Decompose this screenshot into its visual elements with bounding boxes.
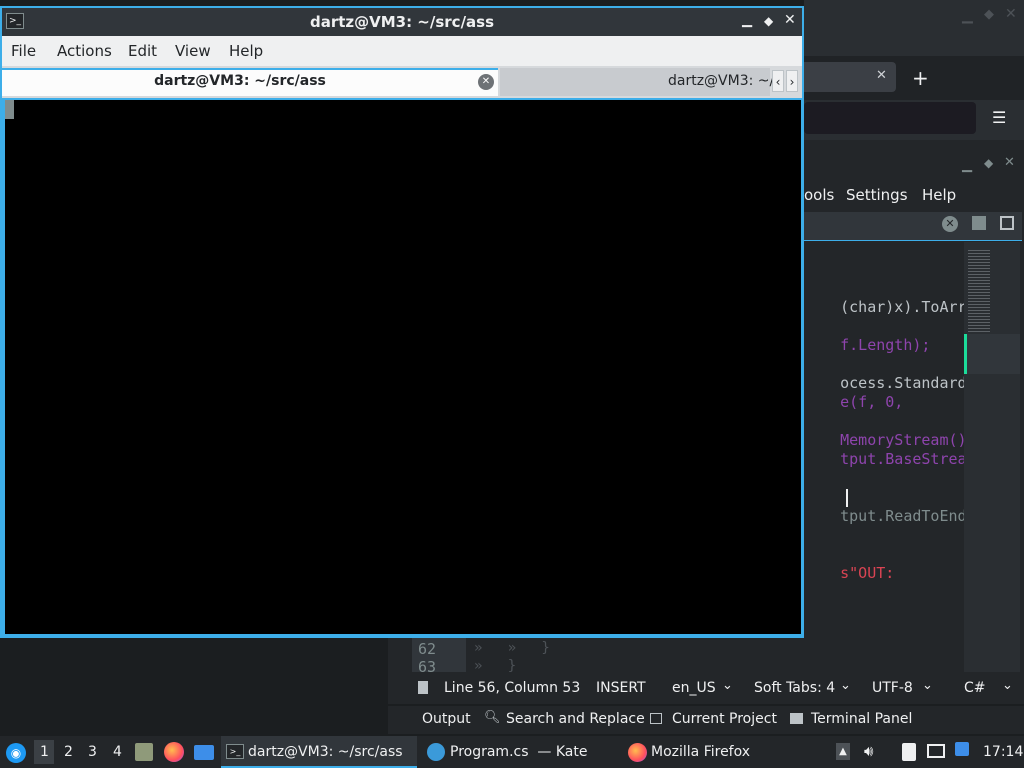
minimap-viewport[interactable] bbox=[964, 334, 1020, 374]
firefox-tab[interactable]: ✕ bbox=[804, 62, 896, 92]
maximize-icon[interactable]: ◆ bbox=[764, 14, 773, 28]
task-label: Program.cs — Kate bbox=[450, 744, 588, 760]
chevron-down-icon: ⌄ bbox=[840, 678, 851, 693]
menu-file[interactable]: File bbox=[11, 42, 36, 60]
input-mode[interactable]: INSERT bbox=[596, 680, 646, 696]
panel-search-replace[interactable]: Search and Replace bbox=[506, 711, 645, 727]
document-icon bbox=[418, 681, 428, 694]
kate-tabbar: ✕ bbox=[804, 212, 1022, 241]
update-icon[interactable] bbox=[955, 742, 969, 756]
code-line: » } bbox=[474, 658, 517, 672]
line-number: 63 bbox=[418, 658, 437, 672]
minimap[interactable] bbox=[964, 242, 1020, 672]
columns-icon[interactable] bbox=[1000, 216, 1014, 230]
volume-icon[interactable]: 🔊︎ bbox=[864, 742, 873, 760]
task-kate[interactable]: Program.cs — Kate bbox=[424, 736, 620, 768]
split-view-icon[interactable] bbox=[972, 216, 986, 230]
tab-scroll-left-icon[interactable]: ‹ bbox=[772, 70, 784, 92]
firefox-icon bbox=[628, 743, 647, 762]
menu-settings[interactable]: Settings bbox=[846, 186, 908, 204]
minimize-icon[interactable]: ▁ bbox=[962, 8, 973, 24]
desktop-3[interactable]: 3 bbox=[88, 736, 97, 768]
menu-help[interactable]: Help bbox=[922, 186, 956, 204]
tab-close-icon[interactable]: ✕ bbox=[478, 74, 494, 90]
tray-expand-icon[interactable]: ▲ bbox=[836, 743, 850, 760]
encoding[interactable]: UTF-8 bbox=[872, 680, 913, 696]
menu-view[interactable]: View bbox=[175, 42, 211, 60]
text-cursor bbox=[846, 489, 848, 507]
task-label: Mozilla Firefox bbox=[651, 744, 751, 760]
app-launcher-icon[interactable]: ◉ bbox=[6, 743, 26, 763]
chevron-down-icon: ⌄ bbox=[722, 678, 733, 693]
kate-icon bbox=[427, 743, 445, 761]
clipboard-icon[interactable] bbox=[902, 743, 916, 761]
task-terminal[interactable]: >_ dartz@VM3: ~/src/ass bbox=[221, 736, 417, 768]
panel-current-project[interactable]: Current Project bbox=[672, 711, 777, 727]
terminal-menubar: File Actions Edit View Help bbox=[2, 36, 802, 66]
line-number: 62 bbox=[418, 640, 437, 658]
terminal-icon: >_ bbox=[226, 744, 244, 759]
code-editor[interactable]: (char)x).ToArra f.Length); ocess.Standar… bbox=[804, 242, 985, 672]
terminal-window: >_ dartz@VM3: ~/src/ass ▁ ◆ ✕ File Actio… bbox=[0, 6, 804, 638]
spellcheck-language[interactable]: en_US bbox=[672, 680, 716, 696]
new-tab-icon[interactable]: + bbox=[912, 66, 929, 90]
minimize-icon[interactable]: ▁ bbox=[742, 13, 752, 28]
taskbar: ◉ 1 2 3 4 >_ dartz@VM3: ~/src/ass Progra… bbox=[0, 736, 1024, 768]
line-number-gutter: 62 63 bbox=[412, 636, 466, 672]
task-firefox[interactable]: Mozilla Firefox bbox=[626, 736, 826, 768]
chevron-down-icon: ⌄ bbox=[1002, 678, 1013, 693]
minimize-icon[interactable]: ▁ bbox=[962, 158, 972, 173]
network-icon[interactable] bbox=[927, 744, 945, 758]
desktop-2[interactable]: 2 bbox=[64, 736, 73, 768]
close-icon[interactable]: ✕ bbox=[1005, 6, 1017, 22]
code-line: tput.BaseStream. bbox=[840, 450, 985, 468]
close-icon[interactable]: ✕ bbox=[1004, 155, 1015, 170]
file-manager-icon[interactable] bbox=[135, 743, 153, 761]
terminal-icon bbox=[790, 713, 803, 724]
firefox-window: ▁ ◆ ✕ ✕ + ☰ bbox=[804, 0, 1024, 140]
task-label: dartz@VM3: ~/src/ass bbox=[248, 744, 403, 760]
menu-help[interactable]: Help bbox=[229, 42, 263, 60]
terminal-output[interactable] bbox=[5, 100, 801, 634]
terminal-titlebar[interactable]: >_ dartz@VM3: ~/src/ass ▁ ◆ ✕ bbox=[2, 8, 802, 36]
desktop-icon[interactable] bbox=[194, 745, 214, 760]
cursor-position[interactable]: Line 56, Column 53 bbox=[444, 680, 580, 696]
firefox-url-bar[interactable] bbox=[804, 102, 976, 134]
project-icon bbox=[650, 713, 662, 724]
tab-scroll-right-icon[interactable]: › bbox=[786, 70, 798, 92]
chevron-down-icon: ⌄ bbox=[922, 678, 933, 693]
menu-actions[interactable]: Actions bbox=[57, 42, 112, 60]
tab-close-icon[interactable]: ✕ bbox=[876, 68, 887, 83]
tab-session-1[interactable]: dartz@VM3: ~/src/ass ✕ bbox=[2, 68, 498, 96]
tab-label: dartz@VM3: ~/src/ass bbox=[154, 73, 326, 89]
firefox-icon[interactable] bbox=[164, 742, 184, 762]
code-line: » » } bbox=[474, 640, 550, 656]
desktop-1[interactable]: 1 bbox=[40, 736, 49, 768]
tab-label: dartz@VM3: ~/ bbox=[668, 73, 775, 89]
kate-toolview-bar: Output 🔍︎ Search and Replace Current Pro… bbox=[388, 706, 1024, 734]
window-title: dartz@VM3: ~/src/ass bbox=[309, 13, 495, 31]
close-icon[interactable]: ✕ bbox=[784, 12, 796, 28]
terminal-cursor bbox=[5, 100, 14, 119]
desktop-4[interactable]: 4 bbox=[113, 736, 122, 768]
clock[interactable]: 17:14 bbox=[983, 736, 1023, 768]
menu-edit[interactable]: Edit bbox=[128, 42, 157, 60]
panel-terminal[interactable]: Terminal Panel bbox=[811, 711, 912, 727]
menu-tools[interactable]: ools bbox=[804, 186, 834, 204]
indentation-mode[interactable]: Soft Tabs: 4 bbox=[754, 680, 835, 696]
syntax-mode[interactable]: C# bbox=[964, 680, 986, 696]
code-line: tput.ReadToEnd() bbox=[840, 507, 985, 525]
hamburger-menu-icon[interactable]: ☰ bbox=[992, 108, 1006, 127]
kate-statusbar: Line 56, Column 53 INSERT en_US ⌄ Soft T… bbox=[388, 674, 1024, 704]
maximize-icon[interactable]: ◆ bbox=[984, 7, 994, 22]
minimap-code bbox=[968, 250, 990, 340]
tab-close-icon[interactable]: ✕ bbox=[942, 216, 958, 232]
code-line: s"OUT: bbox=[840, 564, 895, 582]
maximize-icon[interactable]: ◆ bbox=[984, 156, 993, 170]
search-icon: 🔍︎ bbox=[484, 710, 501, 725]
tab-session-2[interactable]: dartz@VM3: ~/ bbox=[500, 68, 774, 96]
panel-output[interactable]: Output bbox=[422, 711, 471, 727]
firefox-titlebar: ▁ ◆ ✕ bbox=[804, 0, 1024, 32]
